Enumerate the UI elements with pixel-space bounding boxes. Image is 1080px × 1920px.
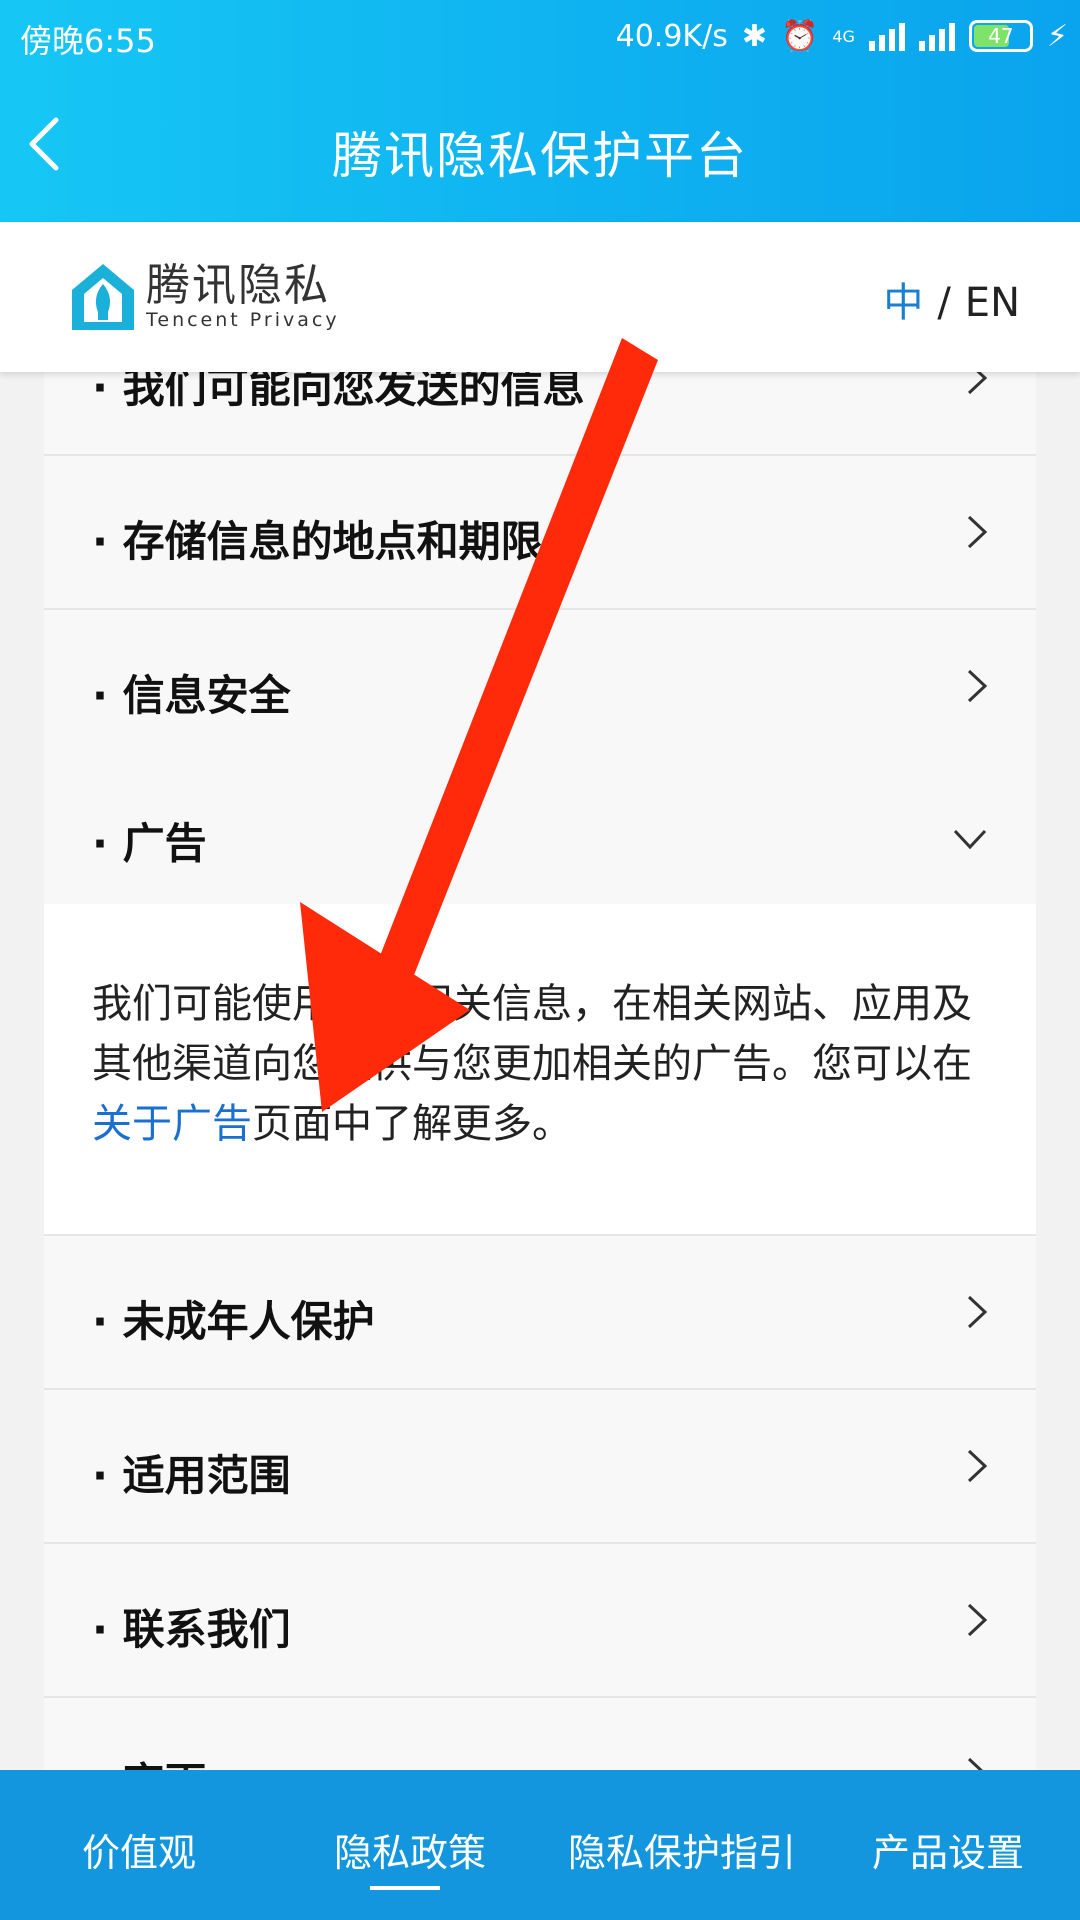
network-type-label: 4G	[832, 26, 855, 46]
section-row-storage[interactable]: · 存储信息的地点和期限	[44, 456, 1036, 610]
ads-description: 我们可能使用您的相关信息，在相关网站、应用及其他渠道向您提供与您更加相关的广告。…	[92, 981, 972, 1147]
chevron-right-icon	[967, 1603, 988, 1637]
tab-values[interactable]: 价值观	[82, 1822, 196, 1877]
lang-zh-option[interactable]: 中	[883, 280, 923, 326]
section-row-scope[interactable]: · 适用范围	[44, 1390, 1036, 1544]
active-tab-indicator	[370, 1886, 440, 1890]
section-row-security[interactable]: · 信息安全	[44, 610, 1036, 764]
section-row-minors[interactable]: · 未成年人保护	[44, 1236, 1036, 1390]
title-bar: 腾讯隐私保护平台	[0, 72, 1080, 222]
section-label: · 信息安全	[92, 671, 291, 720]
app-header: 傍晚6:55 40.9K/s ✱ ⏰ 4G 47 ⚡ 腾讯隐私保护平台	[0, 0, 1080, 222]
alarm-icon: ⏰	[780, 18, 819, 54]
house-logo-icon	[72, 264, 134, 330]
chevron-right-icon	[967, 1295, 988, 1329]
page-title: 腾讯隐私保护平台	[332, 127, 748, 185]
chevron-right-icon	[967, 515, 988, 549]
status-bar: 傍晚6:55 40.9K/s ✱ ⏰ 4G 47 ⚡	[0, 0, 1080, 72]
section-label: · 广告	[92, 819, 207, 868]
signal-icon-2	[918, 21, 955, 51]
section-row-ads[interactable]: · 广告	[44, 758, 1036, 910]
lang-en-option[interactable]: EN	[965, 280, 1020, 326]
battery-level: 47	[988, 24, 1014, 48]
charging-icon: ⚡	[1046, 18, 1068, 54]
section-label: · 未成年人保护	[92, 1297, 375, 1346]
lang-separator: /	[937, 280, 951, 326]
tencent-privacy-logo[interactable]: 腾讯隐私 Tencent Privacy	[70, 262, 340, 332]
logo-chinese: 腾讯隐私	[146, 260, 330, 311]
chevron-right-icon	[967, 1757, 983, 1770]
signal-icon	[868, 21, 905, 51]
section-row-contact[interactable]: · 联系我们	[44, 1544, 1036, 1698]
ads-section-body: 我们可能使用您的相关信息，在相关网站、应用及其他渠道向您提供与您更加相关的广告。…	[44, 904, 1036, 1236]
chevron-right-icon	[967, 372, 988, 395]
chevron-right-icon	[967, 669, 988, 703]
tab-privacy-guide[interactable]: 隐私保护指引	[568, 1822, 796, 1877]
bottom-nav: 价值观 隐私政策 隐私保护指引 产品设置	[0, 1770, 1080, 1920]
net-speed: 40.9K/s	[615, 18, 728, 54]
chevron-down-icon	[953, 829, 987, 850]
section-label: · 适用范围	[92, 1451, 291, 1500]
tab-product-settings[interactable]: 产品设置	[872, 1822, 1024, 1877]
tab-privacy-policy[interactable]: 隐私政策	[334, 1822, 486, 1877]
logo-english: Tencent Privacy	[146, 309, 340, 331]
policy-section-list: · 我们可能向您发送的信息 · 存储信息的地点和期限 · 信息安全 · 广告 我…	[44, 372, 1036, 1770]
status-time: 傍晚6:55	[20, 22, 156, 60]
section-label: · 存储信息的地点和期限	[92, 517, 543, 566]
status-icons: 40.9K/s ✱ ⏰ 4G 47 ⚡	[616, 14, 1068, 58]
about-ads-link[interactable]: 关于广告	[92, 1101, 252, 1147]
section-label: · 我们可能向您发送的信息	[92, 372, 585, 412]
section-label: · 变更	[92, 1750, 207, 1770]
section-row-info-sent[interactable]: · 我们可能向您发送的信息	[44, 372, 1036, 456]
battery-icon: 47	[968, 20, 1033, 52]
section-row-changes[interactable]: · 变更	[44, 1698, 1036, 1770]
bluetooth-icon: ✱	[741, 18, 767, 54]
section-label: · 联系我们	[92, 1605, 291, 1654]
brand-header: 腾讯隐私 Tencent Privacy 中 / EN	[0, 222, 1080, 372]
chevron-right-icon	[967, 1449, 988, 1483]
language-switcher: 中 / EN	[883, 270, 1020, 328]
